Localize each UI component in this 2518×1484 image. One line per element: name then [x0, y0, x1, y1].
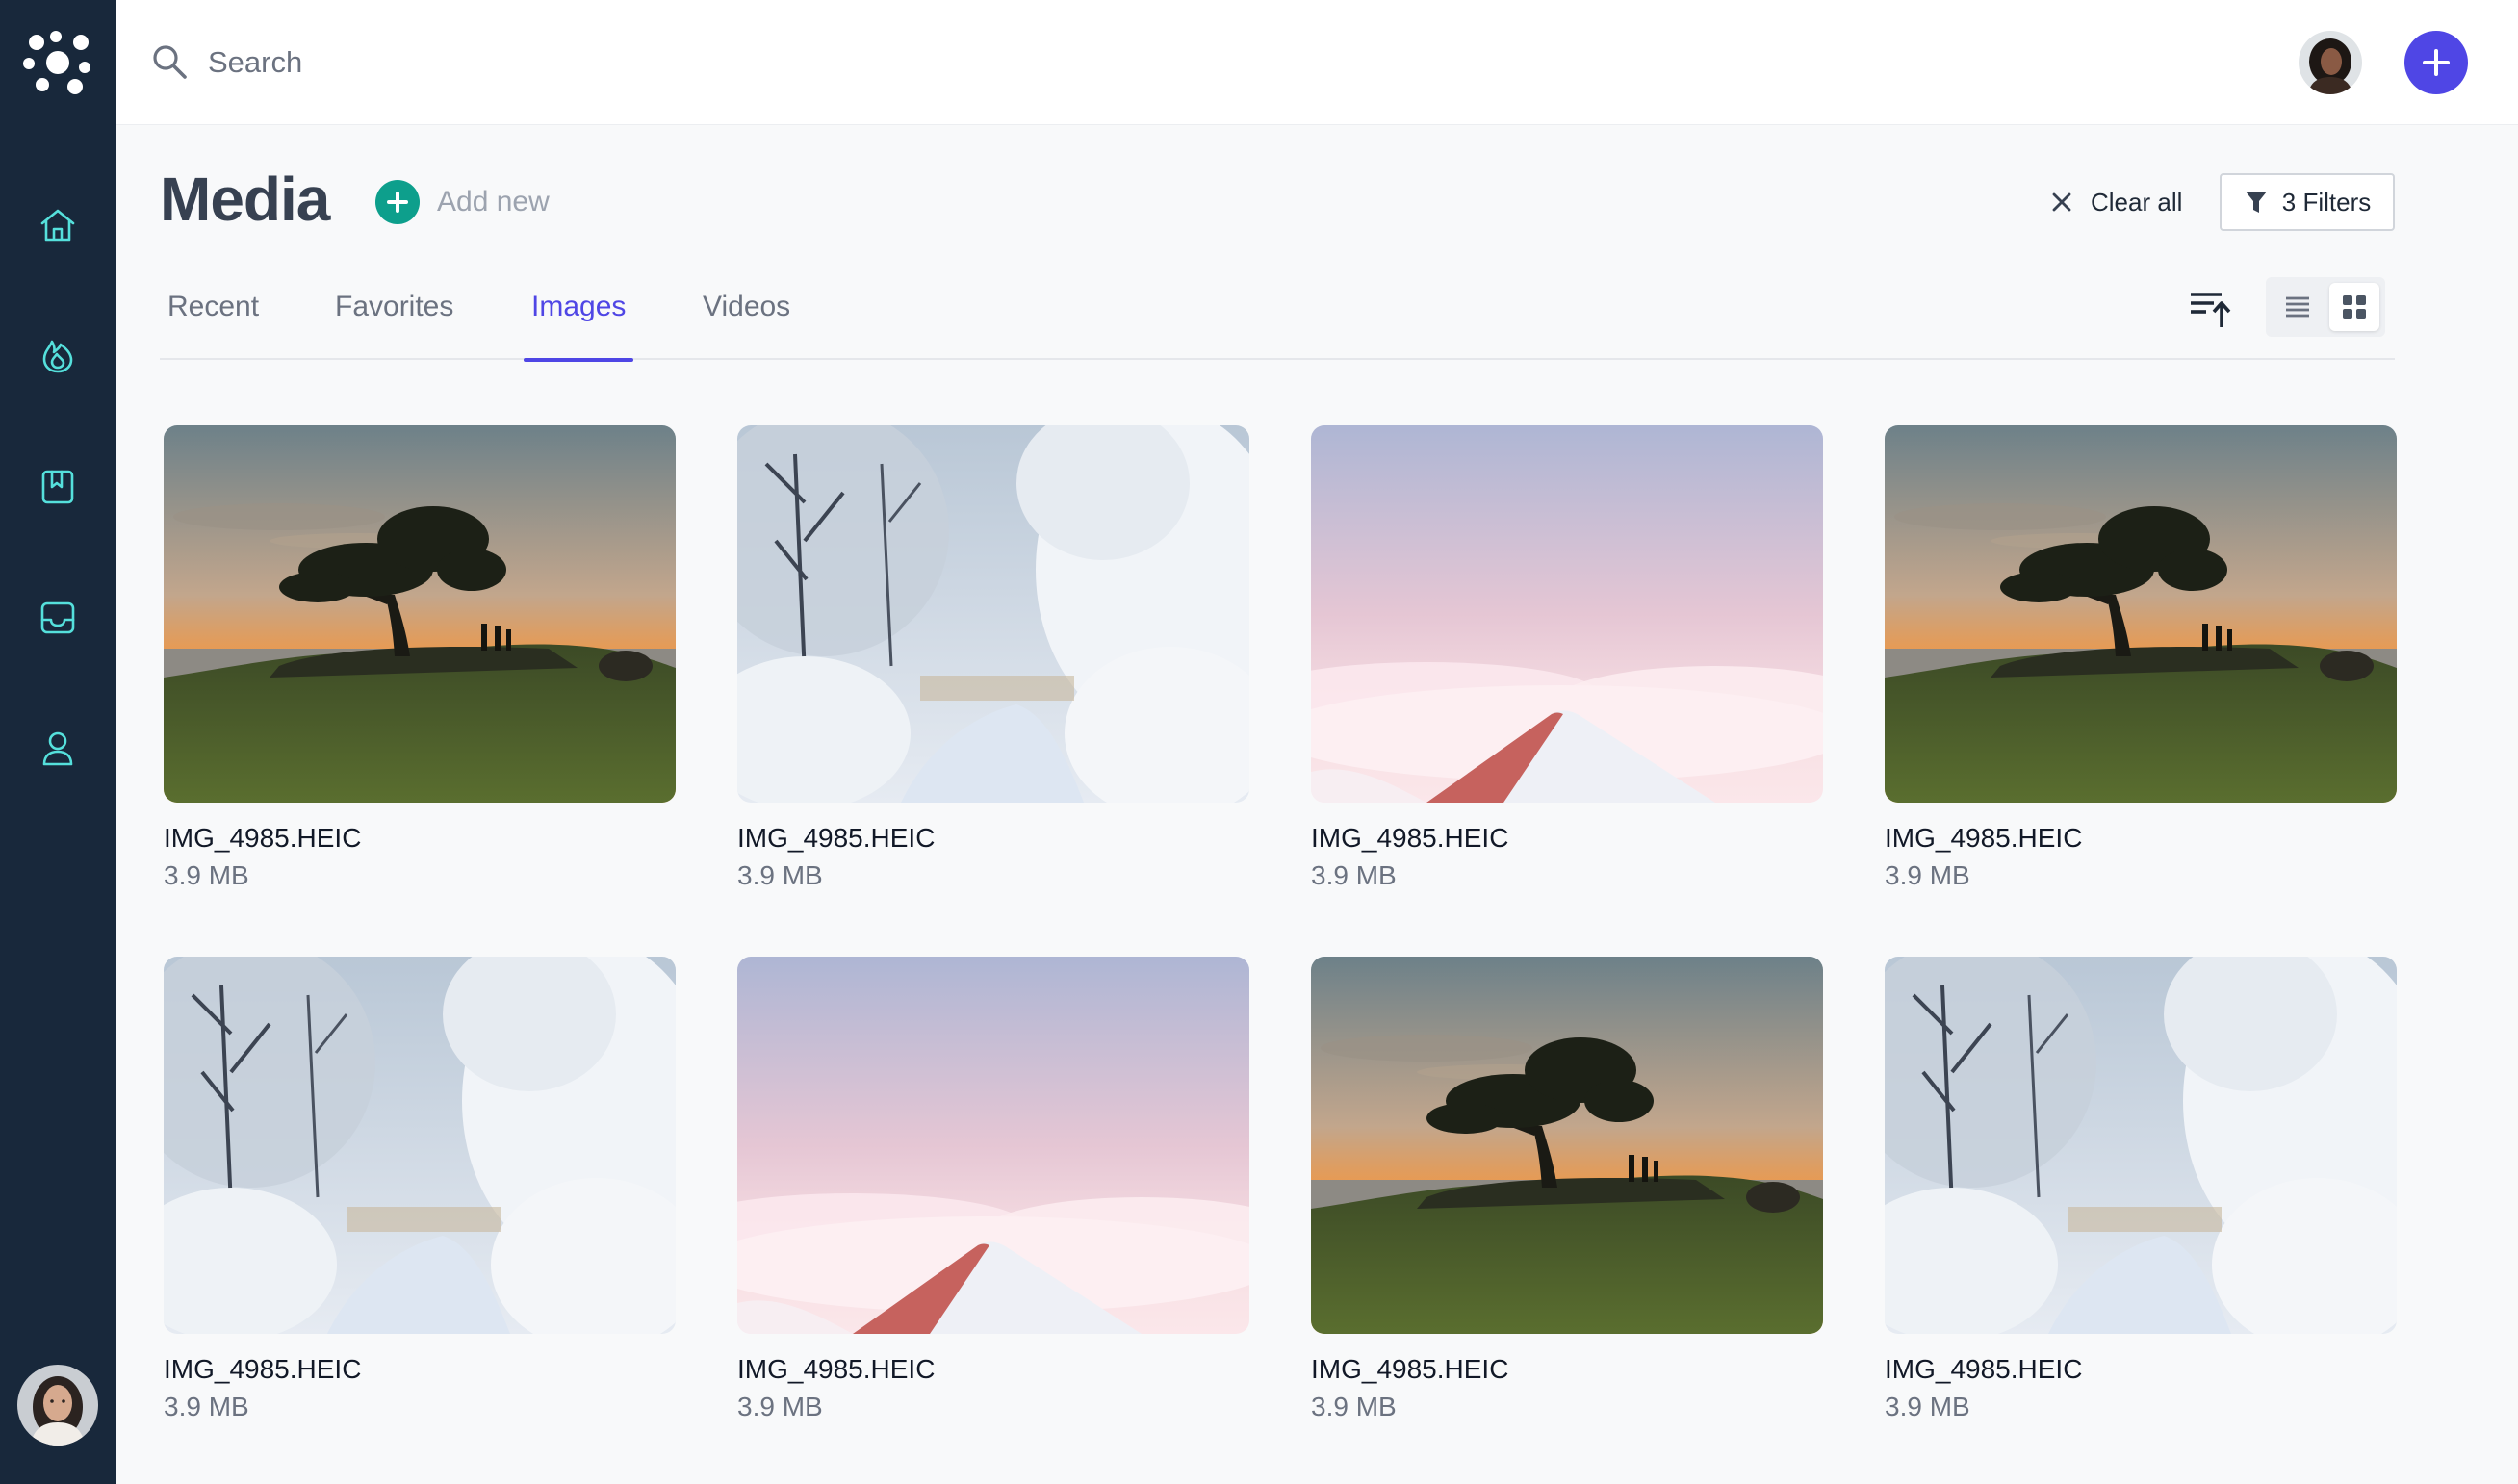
list-view-button[interactable]: [2274, 285, 2322, 329]
close-icon: [2052, 192, 2071, 212]
sidebar-item-inbox[interactable]: [29, 589, 87, 647]
media-file-size: 3.9 MB: [1311, 1392, 1397, 1421]
media-card[interactable]: IMG_4985.HEIC 3.9 MB: [1311, 425, 1823, 895]
grid-icon: [2343, 295, 2366, 319]
tab-recent[interactable]: Recent: [167, 279, 259, 360]
list-icon: [2286, 296, 2309, 318]
media-file-size: 3.9 MB: [164, 1392, 249, 1421]
app-logo[interactable]: [21, 29, 94, 96]
media-thumbnail[interactable]: [164, 425, 676, 803]
media-thumbnail[interactable]: [1885, 425, 2397, 803]
filters-button[interactable]: 3 Filters: [2220, 173, 2395, 231]
media-file-size: 3.9 MB: [1885, 1392, 1970, 1421]
media-file-name: IMG_4985.HEIC: [737, 1354, 936, 1384]
media-thumbnail[interactable]: [1311, 425, 1823, 803]
bookmark-icon: [41, 470, 74, 504]
sidebar: [0, 0, 116, 1484]
media-file-name: IMG_4985.HEIC: [1311, 1354, 1509, 1384]
tab-videos[interactable]: Videos: [703, 279, 790, 360]
media-file-name: IMG_4985.HEIC: [164, 823, 362, 853]
home-icon: [40, 209, 75, 242]
media-file-size: 3.9 MB: [737, 1392, 823, 1421]
inbox-icon: [40, 601, 75, 634]
media-card[interactable]: IMG_4985.HEIC 3.9 MB: [737, 425, 1249, 895]
media-file-name: IMG_4985.HEIC: [164, 1354, 362, 1384]
media-card[interactable]: IMG_4985.HEIC 3.9 MB: [737, 957, 1249, 1426]
media-card[interactable]: IMG_4985.HEIC 3.9 MB: [1311, 957, 1823, 1426]
media-file-size: 3.9 MB: [164, 860, 249, 890]
sort-button[interactable]: [2187, 285, 2233, 331]
avatar-image: [17, 1365, 98, 1446]
media-thumbnail[interactable]: [1885, 957, 2397, 1334]
media-thumbnail[interactable]: [164, 957, 676, 1334]
sidebar-item-home[interactable]: [29, 196, 87, 254]
sidebar-item-profile[interactable]: [29, 720, 87, 778]
filter-icon: [2245, 192, 2267, 213]
plus-circle-icon: [375, 180, 420, 224]
add-new-button[interactable]: Add new: [375, 179, 550, 225]
current-user-avatar[interactable]: [17, 1365, 98, 1446]
media-file-name: IMG_4985.HEIC: [737, 823, 936, 853]
media-card[interactable]: IMG_4985.HEIC 3.9 MB: [1885, 957, 2397, 1426]
top-bar: [116, 0, 2518, 125]
media-card[interactable]: IMG_4985.HEIC 3.9 MB: [164, 425, 676, 895]
avatar-image: [2299, 31, 2362, 94]
media-thumbnail[interactable]: [737, 957, 1249, 1334]
search-input[interactable]: [208, 33, 1074, 92]
add-new-label: Add new: [437, 186, 550, 217]
media-tabs: Recent Favorites Images Videos: [160, 279, 2395, 362]
page-title: Media: [160, 165, 330, 234]
media-file-name: IMG_4985.HEIC: [1885, 823, 2083, 853]
media-card[interactable]: IMG_4985.HEIC 3.9 MB: [164, 957, 676, 1426]
clear-all-label: Clear all: [2091, 187, 2183, 217]
media-card[interactable]: IMG_4985.HEIC 3.9 MB: [1885, 425, 2397, 895]
media-thumbnail[interactable]: [1311, 957, 1823, 1334]
media-file-name: IMG_4985.HEIC: [1311, 823, 1509, 853]
tab-images[interactable]: Images: [523, 279, 634, 362]
grid-view-button[interactable]: [2329, 283, 2379, 331]
sort-ascending-icon: [2191, 293, 2231, 327]
clear-all-button[interactable]: Clear all: [2050, 181, 2182, 223]
search-icon: [153, 45, 187, 79]
media-file-size: 3.9 MB: [1311, 860, 1397, 890]
filters-label: 3 Filters: [2281, 187, 2372, 217]
media-file-size: 3.9 MB: [1885, 860, 1970, 890]
view-toggle: [2266, 277, 2385, 337]
sidebar-item-trending[interactable]: [29, 327, 87, 385]
create-button[interactable]: [2404, 31, 2468, 94]
sidebar-item-bookmarks[interactable]: [29, 458, 87, 516]
media-file-size: 3.9 MB: [737, 860, 823, 890]
media-thumbnail[interactable]: [737, 425, 1249, 803]
user-icon: [42, 731, 73, 766]
media-file-name: IMG_4985.HEIC: [1885, 1354, 2083, 1384]
flame-icon: [42, 340, 73, 373]
user-avatar[interactable]: [2299, 31, 2362, 94]
tab-favorites[interactable]: Favorites: [335, 279, 453, 360]
plus-icon: [2423, 49, 2450, 76]
